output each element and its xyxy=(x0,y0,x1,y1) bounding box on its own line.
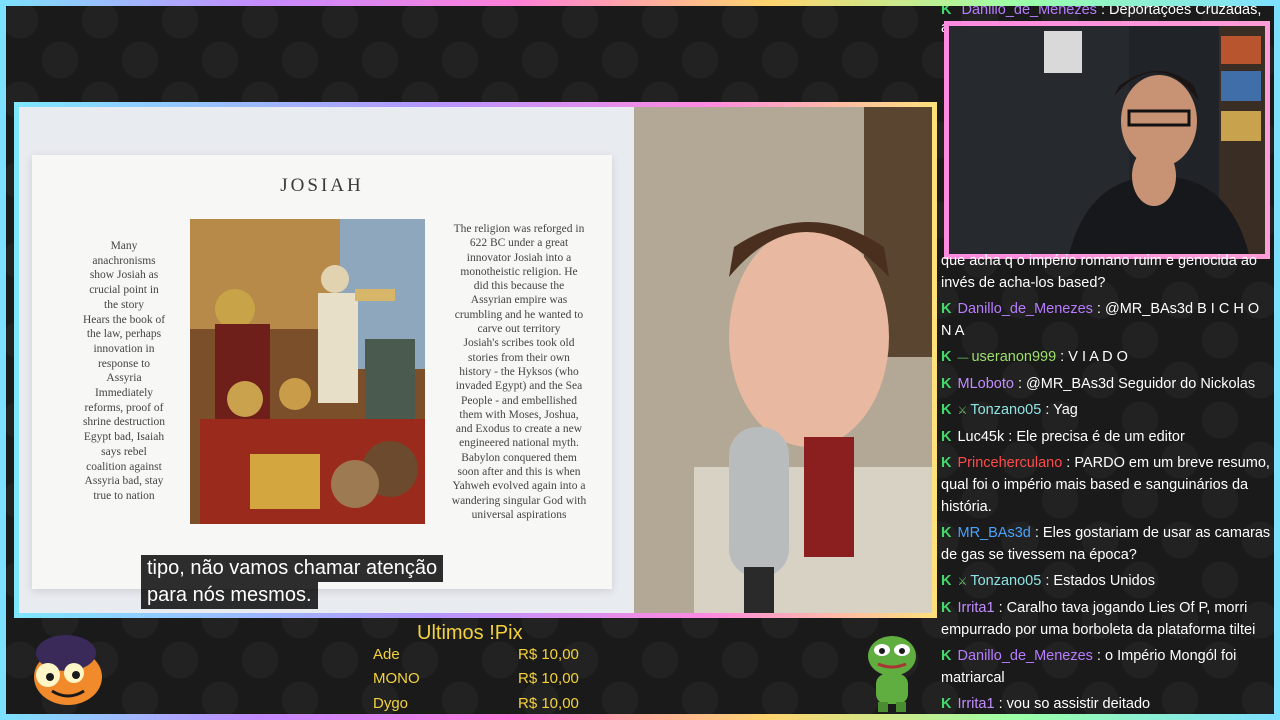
streamer-webcam-frame xyxy=(944,21,1270,259)
chat-text: Estados Unidos xyxy=(1053,573,1155,589)
chat-message: K Princeherculano : PARDO em um breve res… xyxy=(941,452,1273,518)
sword-badge-icon: ⚔ xyxy=(957,405,968,417)
subtitle-line-2: para nós mesmos. xyxy=(141,582,318,609)
sub-badge-icon: — xyxy=(957,352,969,364)
moderator-badge-icon: K xyxy=(941,402,952,418)
chat-username[interactable]: MR_BAs3d xyxy=(957,525,1030,541)
chat-username[interactable]: useranon999 xyxy=(971,349,1056,365)
pix-amount: R$ 10,00 xyxy=(518,646,579,663)
chat-username[interactable]: Irrita1 xyxy=(957,600,994,616)
chat-username[interactable]: Tonzano05 xyxy=(970,402,1041,418)
chat-message: K Danillo_de_Menezes : @MR_BAs3d B I C H … xyxy=(941,298,1273,342)
chat-username: Danillo_de_Menezes xyxy=(961,2,1097,18)
moderator-badge-icon: K xyxy=(941,376,952,392)
moderator-badge-icon: K xyxy=(941,573,952,589)
mascot-character-icon xyxy=(18,625,114,711)
chat-text: vou so assistir deitado xyxy=(1006,696,1151,712)
chat-message: K ⚔ Tonzano05 : Estados Unidos xyxy=(941,570,1273,593)
chat-panel: que acha q o império romano ruim e genoc… xyxy=(941,250,1273,716)
moderator-badge-icon: K xyxy=(941,696,952,712)
pix-title: Ultimos !Pix xyxy=(417,622,523,644)
presentation-slide: JOSIAH Many anachronisms show Josiah as … xyxy=(32,155,612,589)
moderator-badge-icon: K xyxy=(941,429,952,445)
pix-amount: R$ 10,00 xyxy=(518,695,579,712)
pix-row: Dygo R$ 10,00 xyxy=(373,695,583,719)
chat-top-message: K Danillo_de_Menezes : Deportações Cruza… xyxy=(941,2,1262,18)
pix-name: MONO xyxy=(373,670,420,687)
sword-badge-icon: ⚔ xyxy=(957,576,968,588)
chat-message: K MLoboto : @MR_BAs3d Seguidor do Nickola… xyxy=(941,373,1273,395)
moderator-badge-icon: K xyxy=(941,349,952,365)
chat-message: K Irrita1 : vou so assistir deitado xyxy=(941,693,1273,715)
streamer-webcam xyxy=(949,26,1265,254)
chat-message: K Irrita1 : Caralho tava jogando Lies Of … xyxy=(941,597,1273,641)
subtitle: tipo, não vamos chamar atenção para nós … xyxy=(141,555,444,609)
moderator-badge-icon: K xyxy=(941,301,952,317)
chat-message: K Luc45k : Ele precisa é de um editor xyxy=(941,426,1273,448)
pepe-frog-icon xyxy=(860,630,924,712)
chat-username[interactable]: Tonzano05 xyxy=(970,573,1041,589)
moderator-badge-icon: K xyxy=(941,525,952,541)
chat-username[interactable]: Princeherculano xyxy=(957,455,1062,471)
guest-webcam xyxy=(634,107,932,613)
chat-username[interactable]: MLoboto xyxy=(957,376,1013,392)
chat-text: V I A D O xyxy=(1068,349,1128,365)
chat-username[interactable]: Luc45k xyxy=(957,429,1004,445)
josiah-painting xyxy=(190,219,425,524)
chat-message: K ⚔ Tonzano05 : Yag xyxy=(941,399,1273,422)
moderator-badge-icon: K xyxy=(941,600,952,616)
slide-right-text: The religion was reforged in 622 BC unde… xyxy=(451,223,587,521)
slide-title: JOSIAH xyxy=(280,175,364,196)
pix-row: MONO R$ 10,00 xyxy=(373,670,583,694)
pix-name: Ade xyxy=(373,646,400,663)
chat-message: K Danillo_de_Menezes : o Império Mongól f… xyxy=(941,645,1273,689)
pix-name: Dygo xyxy=(373,695,409,712)
chat-username[interactable]: Danillo_de_Menezes xyxy=(957,301,1092,317)
chat-message: que acha q o império romano ruim e genoc… xyxy=(941,250,1273,294)
moderator-badge-icon: K xyxy=(941,648,952,664)
chat-text: Deportações Cruzadas, xyxy=(1109,2,1262,18)
moderator-badge-icon: K xyxy=(941,2,952,18)
chat-username[interactable]: Irrita1 xyxy=(957,696,994,712)
main-video-frame: JOSIAH Many anachronisms show Josiah as … xyxy=(14,102,937,618)
main-video: JOSIAH Many anachronisms show Josiah as … xyxy=(19,107,932,613)
chat-username[interactable]: Danillo_de_Menezes xyxy=(957,648,1092,664)
chat-message: K MR_BAs3d : Eles gostariam de usar as ca… xyxy=(941,522,1273,566)
chat-text: Ele precisa é de um editor xyxy=(1016,429,1185,445)
slide-left-text: Many anachronisms show Josiah as crucial… xyxy=(82,240,166,502)
chat-text: @MR_BAs3d Seguidor do Nickolas xyxy=(1026,376,1256,392)
pix-amount: R$ 10,00 xyxy=(518,670,579,687)
moderator-badge-icon: K xyxy=(941,455,952,471)
chat-message: K — useranon999 : V I A D O xyxy=(941,346,1273,369)
slide-area: JOSIAH Many anachronisms show Josiah as … xyxy=(19,107,634,613)
chat-text: que acha q o império romano ruim e genoc… xyxy=(941,253,1257,291)
chat-text: Yag xyxy=(1053,402,1078,418)
pix-row: Ade R$ 10,00 xyxy=(373,646,583,670)
subtitle-line-1: tipo, não vamos chamar atenção xyxy=(141,555,444,582)
